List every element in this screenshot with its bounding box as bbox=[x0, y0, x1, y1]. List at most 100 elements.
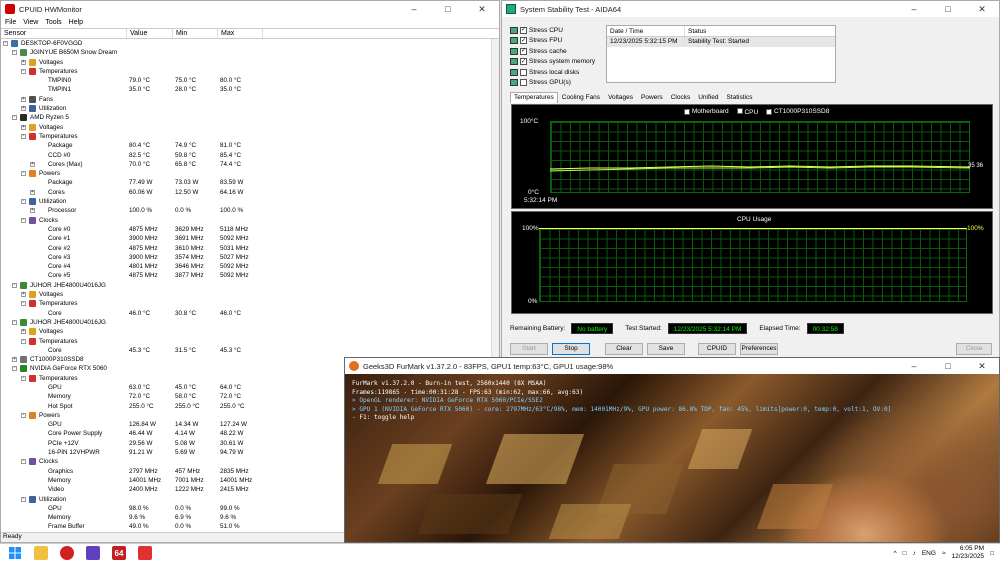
minimize-button[interactable]: – bbox=[397, 1, 431, 17]
stress-local-disks-checkbox[interactable] bbox=[520, 68, 527, 76]
sensor-row[interactable]: + Voltages bbox=[1, 58, 499, 67]
tab-statistics[interactable]: Statistics bbox=[722, 92, 756, 103]
collapse-toggle[interactable]: - bbox=[21, 133, 26, 139]
sensor-row[interactable]: Package 77.49 W 73.03 W 83.59 W bbox=[1, 178, 499, 187]
tab-temperatures[interactable]: Temperatures bbox=[510, 92, 558, 103]
sensor-row[interactable]: + Utilization bbox=[1, 104, 499, 113]
collapse-toggle[interactable]: - bbox=[21, 68, 26, 74]
menu-help[interactable]: Help bbox=[69, 19, 83, 26]
log-row[interactable]: 12/23/2025 5:32:15 PM Stability Test: St… bbox=[607, 37, 835, 47]
expand-toggle[interactable]: + bbox=[30, 161, 35, 167]
start-icon[interactable] bbox=[8, 546, 22, 560]
language-indicator[interactable]: ENG bbox=[922, 550, 936, 557]
legend-motherboard-checkbox[interactable]: ✓ bbox=[684, 109, 690, 115]
tab-powers[interactable]: Powers bbox=[637, 92, 667, 103]
network-icon[interactable]: □ bbox=[903, 550, 907, 557]
collapse-toggle[interactable]: - bbox=[12, 115, 17, 121]
tab-cooling-fans[interactable]: Cooling Fans bbox=[558, 92, 604, 103]
sensor-row[interactable]: Core #5 4875 MHz 3877 MHz 5092 MHz bbox=[1, 271, 499, 280]
collapse-toggle[interactable]: - bbox=[21, 496, 26, 502]
stress-local-disks-option[interactable]: Stress local disks bbox=[510, 67, 595, 78]
minimize-button[interactable]: – bbox=[897, 1, 931, 17]
stress-cache-checkbox[interactable]: ✓ bbox=[520, 47, 527, 55]
volume-icon[interactable]: ♪ bbox=[913, 550, 916, 557]
stress-cpu-checkbox[interactable]: ✓ bbox=[520, 26, 527, 34]
menu-file[interactable]: File bbox=[5, 19, 16, 26]
sensor-row[interactable]: Core 45.3 °C 31.5 °C 45.3 °C bbox=[1, 346, 499, 355]
sensor-row[interactable]: - Powers bbox=[1, 169, 499, 178]
sensor-row[interactable]: + Processor 100.0 % 0.0 % 100.0 % bbox=[1, 206, 499, 215]
sensor-row[interactable]: Core #0 4875 MHz 3629 MHz 5118 MHz bbox=[1, 225, 499, 234]
collapse-toggle[interactable]: - bbox=[12, 50, 17, 56]
tab-unified[interactable]: Unified bbox=[694, 92, 722, 103]
sensor-row[interactable]: Package 80.4 °C 74.9 °C 81.0 °C bbox=[1, 141, 499, 150]
clock[interactable]: 6:05 PM 12/23/2025 bbox=[952, 545, 985, 561]
status-log-table[interactable]: Date / Time Status 12/23/2025 5:32:15 PM… bbox=[606, 25, 836, 83]
stress-cache-option[interactable]: ✓ Stress cache bbox=[510, 46, 595, 57]
sensor-row[interactable]: - AMD Ryzen 5 bbox=[1, 113, 499, 122]
stress-gpus-option[interactable]: Stress GPU(s) bbox=[510, 78, 595, 89]
sensor-row[interactable]: Core #1 3900 MHz 3691 MHz 5092 MHz bbox=[1, 234, 499, 243]
cpuid-icon[interactable] bbox=[138, 546, 152, 560]
sensor-row[interactable]: + Voltages bbox=[1, 327, 499, 336]
collapse-toggle[interactable]: - bbox=[12, 319, 17, 325]
sensor-row[interactable]: + Fans bbox=[1, 95, 499, 104]
wifi-icon[interactable]: ≈ bbox=[942, 550, 946, 557]
sensor-row[interactable]: - JGINYUE B650M Snow Dream bbox=[1, 48, 499, 57]
notification-icon[interactable]: □ bbox=[990, 550, 994, 557]
sensor-row[interactable]: + Voltages bbox=[1, 123, 499, 132]
stress-fpu-checkbox[interactable]: ✓ bbox=[520, 37, 527, 45]
sensor-row[interactable]: CCD #0 82.5 °C 59.8 °C 85.4 °C bbox=[1, 151, 499, 160]
column-max[interactable]: Max bbox=[218, 29, 263, 38]
sensor-row[interactable]: - Clocks bbox=[1, 216, 499, 225]
expand-toggle[interactable]: + bbox=[30, 208, 35, 214]
hwmonitor-titlebar[interactable]: CPUID HWMonitor – □ ✕ bbox=[1, 1, 499, 17]
maximize-button[interactable]: □ bbox=[431, 1, 465, 17]
furmark-icon[interactable] bbox=[60, 546, 74, 560]
tab-voltages[interactable]: Voltages bbox=[604, 92, 637, 103]
preferences-button[interactable]: Preferences bbox=[740, 343, 778, 355]
collapse-toggle[interactable]: - bbox=[12, 282, 17, 288]
expand-toggle[interactable]: + bbox=[21, 106, 26, 112]
sensor-row[interactable]: - Temperatures bbox=[1, 132, 499, 141]
sensor-row[interactable]: + Cores (Max) 70.0 °C 65.8 °C 74.4 °C bbox=[1, 160, 499, 169]
legend-ssd[interactable]: ✓ CT1000P310SSD8 bbox=[766, 108, 829, 116]
aida64-titlebar[interactable]: System Stability Test - AIDA64 – □ ✕ bbox=[502, 1, 999, 17]
legend-cpu[interactable]: CPU bbox=[736, 108, 758, 116]
collapse-toggle[interactable]: - bbox=[21, 217, 26, 223]
chevron-up-icon[interactable]: ^ bbox=[894, 550, 897, 557]
file-explorer-icon[interactable] bbox=[34, 546, 48, 560]
sensor-row[interactable]: - DESKTOP-6F0VGGD bbox=[1, 39, 499, 48]
stress-system-memory-option[interactable]: ✓ Stress system memory bbox=[510, 57, 595, 68]
close-button[interactable]: ✕ bbox=[965, 358, 999, 374]
sensor-row[interactable]: + Voltages bbox=[1, 290, 499, 299]
collapse-toggle[interactable]: - bbox=[3, 41, 8, 46]
sensor-row[interactable]: - Temperatures bbox=[1, 337, 499, 346]
sensor-row[interactable]: - JUHOR JHE4800U4016JG bbox=[1, 281, 499, 290]
sensor-row[interactable]: TMPIN1 35.0 °C 28.0 °C 35.0 °C bbox=[1, 85, 499, 94]
collapse-toggle[interactable]: - bbox=[21, 412, 26, 418]
expand-toggle[interactable]: + bbox=[21, 329, 26, 335]
maximize-button[interactable]: □ bbox=[931, 1, 965, 17]
sensor-row[interactable]: Core #4 4801 MHz 3646 MHz 5092 MHz bbox=[1, 262, 499, 271]
maximize-button[interactable]: □ bbox=[931, 358, 965, 374]
sensor-row[interactable]: TMPIN0 79.0 °C 75.0 °C 80.0 °C bbox=[1, 76, 499, 85]
close-test-button[interactable]: Close bbox=[956, 343, 992, 355]
sensor-row[interactable]: - Temperatures bbox=[1, 299, 499, 308]
collapse-toggle[interactable]: - bbox=[21, 459, 26, 465]
sensor-row[interactable]: Core #2 4875 MHz 3610 MHz 5031 MHz bbox=[1, 244, 499, 253]
expand-toggle[interactable]: + bbox=[21, 124, 26, 130]
furmark-render-view[interactable]: FurMark v1.37.2.0 - Burn-in test, 2560x1… bbox=[345, 374, 999, 542]
stress-gpus-checkbox[interactable] bbox=[520, 79, 527, 87]
start-button[interactable]: Start bbox=[510, 343, 548, 355]
column-min[interactable]: Min bbox=[173, 29, 218, 38]
expand-toggle[interactable]: + bbox=[21, 96, 26, 102]
app-purple-icon[interactable] bbox=[86, 546, 100, 560]
column-sensor[interactable]: Sensor bbox=[1, 29, 127, 38]
legend-cpu-checkbox[interactable] bbox=[736, 108, 743, 114]
close-button[interactable]: ✕ bbox=[965, 1, 999, 17]
menu-tools[interactable]: Tools bbox=[45, 19, 61, 26]
legend-motherboard[interactable]: ✓ Motherboard bbox=[684, 108, 729, 116]
sensor-row[interactable]: - Temperatures bbox=[1, 67, 499, 76]
collapse-toggle[interactable]: - bbox=[21, 199, 26, 205]
